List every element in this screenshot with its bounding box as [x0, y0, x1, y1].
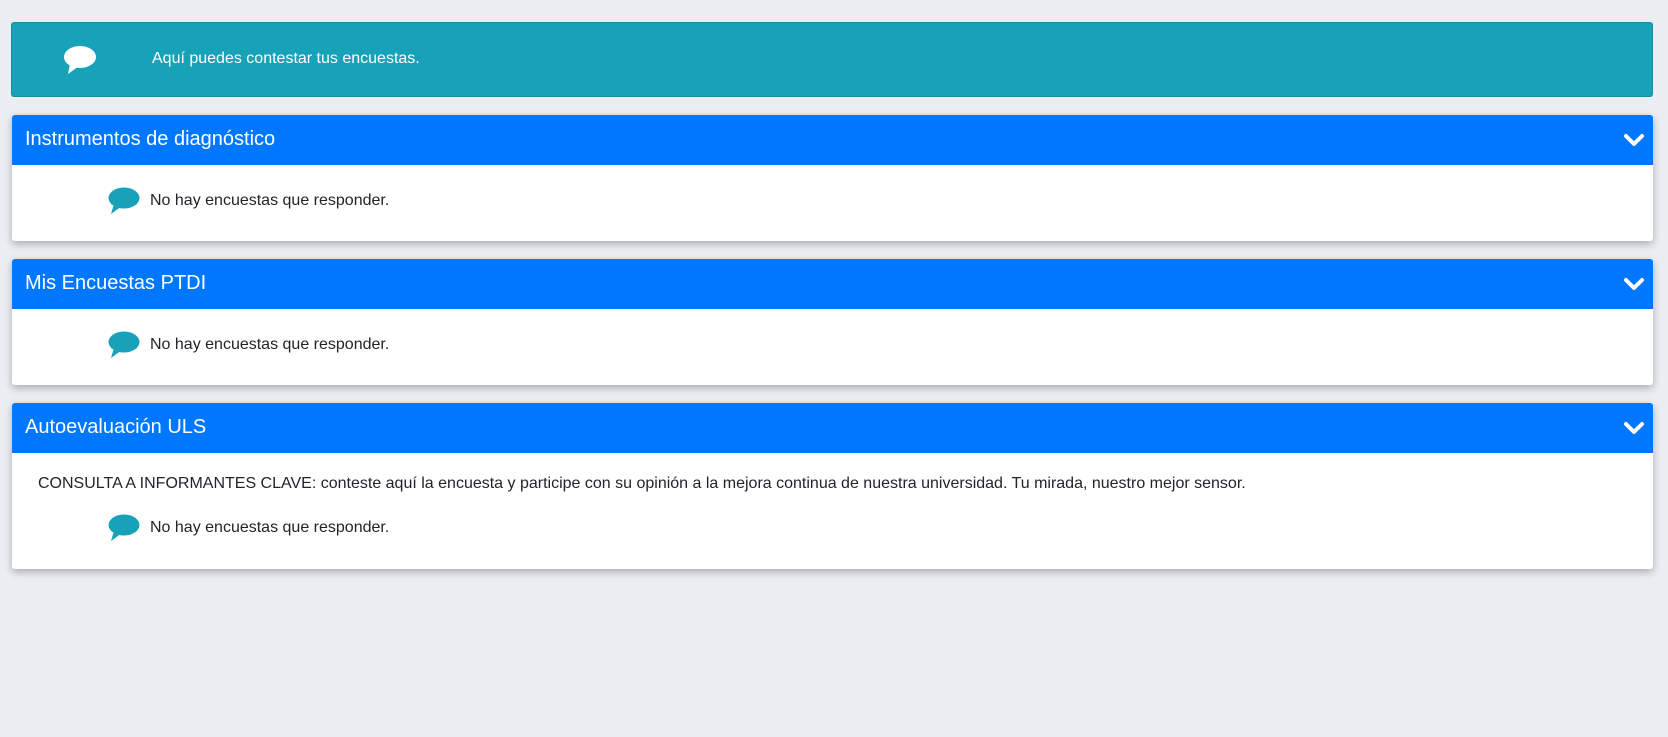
comment-icon	[108, 514, 140, 541]
empty-message: No hay encuestas que responder.	[150, 192, 390, 209]
section-header[interactable]: Autoevaluación ULS	[12, 403, 1653, 453]
empty-message: No hay encuestas que responder.	[150, 519, 390, 536]
section-instrumentos-diagnostico: Instrumentos de diagnóstico No hay encue…	[12, 115, 1653, 241]
empty-message: No hay encuestas que responder.	[150, 336, 390, 353]
comment-icon	[108, 187, 140, 214]
banner-text: Aquí puedes contestar tus encuestas.	[152, 50, 420, 67]
empty-state: No hay encuestas que responder.	[106, 185, 389, 217]
section-title: Mis Encuestas PTDI	[25, 272, 207, 294]
chevron-down-icon[interactable]	[1623, 273, 1645, 295]
chevron-down-icon[interactable]	[1623, 417, 1645, 439]
section-autoevaluacion-uls: Autoevaluación ULS CONSULTA A INFORMANTE…	[12, 403, 1653, 569]
empty-state: No hay encuestas que responder.	[106, 329, 389, 361]
section-title: Autoevaluación ULS	[25, 416, 207, 438]
section-header[interactable]: Mis Encuestas PTDI	[12, 259, 1653, 309]
comment-icon	[64, 46, 96, 74]
comment-icon	[108, 331, 140, 358]
section-mis-encuestas-ptdi: Mis Encuestas PTDI No hay encuestas que …	[12, 259, 1653, 385]
section-title: Instrumentos de diagnóstico	[25, 128, 276, 150]
chevron-down-icon[interactable]	[1623, 129, 1645, 151]
info-banner: Aquí puedes contestar tus encuestas.	[11, 22, 1653, 97]
section-header[interactable]: Instrumentos de diagnóstico	[12, 115, 1653, 165]
section-description: CONSULTA A INFORMANTES CLAVE: conteste a…	[38, 475, 1246, 492]
empty-state: No hay encuestas que responder.	[106, 512, 389, 544]
